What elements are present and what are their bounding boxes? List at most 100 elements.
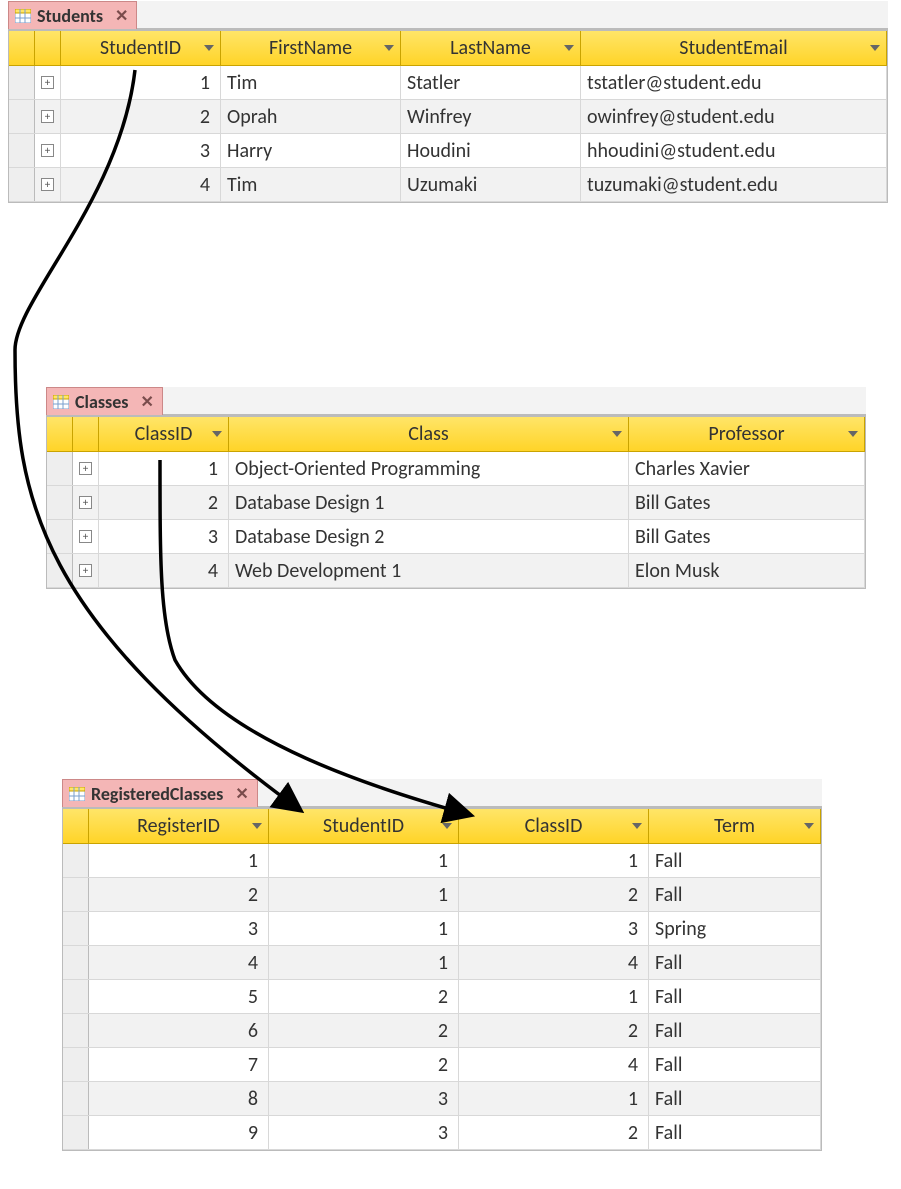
cell-studentemail[interactable]: owinfrey@student.edu: [581, 100, 887, 133]
cell-lastname[interactable]: Uzumaki: [401, 168, 581, 201]
table-row[interactable]: + 1 Object-Oriented Programming Charles …: [47, 452, 865, 486]
cell-professor[interactable]: Bill Gates: [629, 486, 865, 519]
expand-row-button[interactable]: +: [79, 530, 92, 543]
cell[interactable]: 3: [269, 1116, 459, 1149]
row-selector[interactable]: [63, 1082, 89, 1115]
table-row[interactable]: + 1 Tim Statler tstatler@student.edu: [9, 66, 887, 100]
row-selector[interactable]: [63, 946, 89, 979]
cell[interactable]: 2: [459, 1014, 649, 1047]
col-term[interactable]: Term: [649, 809, 821, 843]
table-row[interactable]: + 4 Web Development 1 Elon Musk: [47, 554, 865, 588]
table-row[interactable]: + 3 Database Design 2 Bill Gates: [47, 520, 865, 554]
expand-row-button[interactable]: +: [41, 144, 54, 157]
row-selector[interactable]: [47, 486, 73, 519]
cell[interactable]: Fall: [649, 1116, 821, 1149]
cell-professor[interactable]: Charles Xavier: [629, 452, 865, 485]
cell[interactable]: 1: [269, 946, 459, 979]
select-all-cell[interactable]: [63, 809, 89, 843]
cell-studentid[interactable]: 2: [61, 100, 221, 133]
cell[interactable]: 8: [89, 1082, 269, 1115]
cell[interactable]: 4: [459, 1048, 649, 1081]
table-row[interactable]: + 2 Database Design 1 Bill Gates: [47, 486, 865, 520]
cell[interactable]: 1: [459, 980, 649, 1013]
table-row[interactable]: 724Fall: [63, 1048, 821, 1082]
cell[interactable]: 1: [89, 844, 269, 877]
cell-lastname[interactable]: Houdini: [401, 134, 581, 167]
cell[interactable]: Spring: [649, 912, 821, 945]
row-selector[interactable]: [47, 520, 73, 553]
cell-firstname[interactable]: Harry: [221, 134, 401, 167]
table-row[interactable]: 622Fall: [63, 1014, 821, 1048]
cell-studentemail[interactable]: hhoudini@student.edu: [581, 134, 887, 167]
cell[interactable]: 1: [269, 878, 459, 911]
tab-classes[interactable]: Classes ✕: [46, 387, 163, 415]
table-row[interactable]: 932Fall: [63, 1116, 821, 1150]
cell-classid[interactable]: 1: [99, 452, 229, 485]
row-selector[interactable]: [63, 1048, 89, 1081]
table-row[interactable]: 521Fall: [63, 980, 821, 1014]
cell[interactable]: Fall: [649, 1048, 821, 1081]
cell-firstname[interactable]: Oprah: [221, 100, 401, 133]
cell[interactable]: Fall: [649, 946, 821, 979]
row-selector[interactable]: [63, 1116, 89, 1149]
cell[interactable]: 4: [459, 946, 649, 979]
row-selector[interactable]: [63, 1014, 89, 1047]
col-studentemail[interactable]: StudentEmail: [581, 31, 887, 65]
cell[interactable]: 4: [89, 946, 269, 979]
cell-studentid[interactable]: 3: [61, 134, 221, 167]
expand-row-button[interactable]: +: [41, 76, 54, 89]
cell[interactable]: 2: [459, 878, 649, 911]
col-firstname[interactable]: FirstName: [221, 31, 401, 65]
close-icon[interactable]: ✕: [235, 784, 248, 804]
cell[interactable]: 2: [89, 878, 269, 911]
cell[interactable]: Fall: [649, 1082, 821, 1115]
row-selector[interactable]: [63, 912, 89, 945]
col-studentid[interactable]: StudentID: [269, 809, 459, 843]
cell-professor[interactable]: Bill Gates: [629, 520, 865, 553]
table-row[interactable]: + 3 Harry Houdini hhoudini@student.edu: [9, 134, 887, 168]
cell-class[interactable]: Object-Oriented Programming: [229, 452, 629, 485]
cell[interactable]: 1: [269, 912, 459, 945]
cell-classid[interactable]: 4: [99, 554, 229, 587]
cell[interactable]: Fall: [649, 844, 821, 877]
tab-registeredclasses[interactable]: RegisteredClasses ✕: [62, 779, 258, 807]
cell[interactable]: 3: [269, 1082, 459, 1115]
cell[interactable]: 1: [459, 844, 649, 877]
cell-lastname[interactable]: Statler: [401, 66, 581, 99]
table-row[interactable]: 831Fall: [63, 1082, 821, 1116]
row-selector[interactable]: [9, 66, 35, 99]
tab-students[interactable]: Students ✕: [8, 1, 137, 29]
col-professor[interactable]: Professor: [629, 417, 865, 451]
table-row[interactable]: 414Fall: [63, 946, 821, 980]
close-icon[interactable]: ✕: [115, 6, 128, 26]
col-lastname[interactable]: LastName: [401, 31, 581, 65]
row-selector[interactable]: [63, 844, 89, 877]
cell[interactable]: 1: [269, 844, 459, 877]
cell-classid[interactable]: 3: [99, 520, 229, 553]
cell[interactable]: Fall: [649, 1014, 821, 1047]
cell-studentid[interactable]: 1: [61, 66, 221, 99]
close-icon[interactable]: ✕: [140, 392, 153, 412]
cell[interactable]: 2: [269, 1014, 459, 1047]
col-registerid[interactable]: RegisterID: [89, 809, 269, 843]
cell[interactable]: 3: [89, 912, 269, 945]
cell[interactable]: 9: [89, 1116, 269, 1149]
cell[interactable]: 6: [89, 1014, 269, 1047]
cell[interactable]: 5: [89, 980, 269, 1013]
table-row[interactable]: 313Spring: [63, 912, 821, 946]
table-row[interactable]: 212Fall: [63, 878, 821, 912]
cell-firstname[interactable]: Tim: [221, 66, 401, 99]
row-selector[interactable]: [9, 134, 35, 167]
expand-row-button[interactable]: +: [79, 462, 92, 475]
col-class[interactable]: Class: [229, 417, 629, 451]
cell-professor[interactable]: Elon Musk: [629, 554, 865, 587]
expand-row-button[interactable]: +: [41, 110, 54, 123]
row-selector[interactable]: [47, 452, 73, 485]
row-selector[interactable]: [63, 980, 89, 1013]
cell[interactable]: 2: [269, 1048, 459, 1081]
table-row[interactable]: + 4 Tim Uzumaki tuzumaki@student.edu: [9, 168, 887, 202]
cell[interactable]: 2: [269, 980, 459, 1013]
row-selector[interactable]: [9, 168, 35, 201]
select-all-cell[interactable]: [47, 417, 73, 451]
cell[interactable]: 2: [459, 1116, 649, 1149]
